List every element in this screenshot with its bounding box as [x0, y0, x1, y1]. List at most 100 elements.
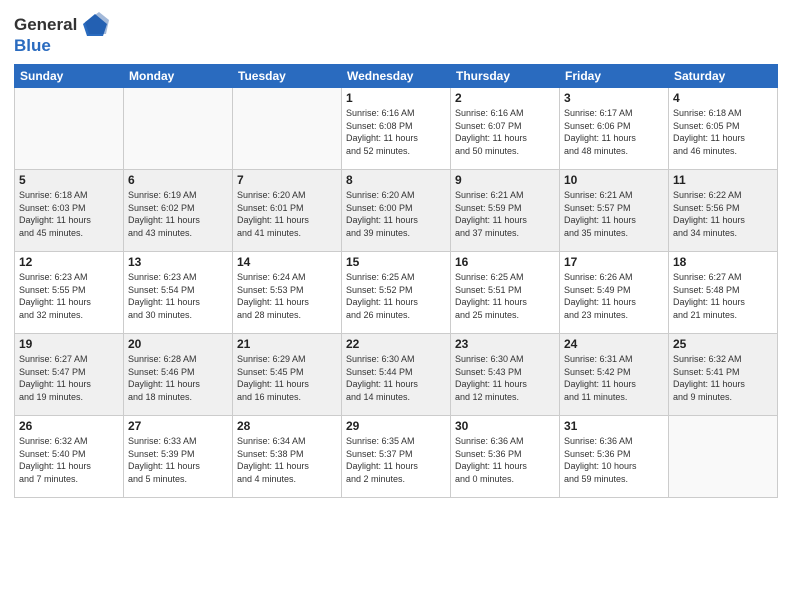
calendar-week-row: 5 Sunrise: 6:18 AM Sunset: 6:03 PM Daylig…	[15, 170, 778, 252]
calendar-cell: 11 Sunrise: 6:22 AM Sunset: 5:56 PM Dayli…	[669, 170, 778, 252]
calendar-cell: 17 Sunrise: 6:26 AM Sunset: 5:49 PM Dayli…	[560, 252, 669, 334]
calendar-cell	[233, 88, 342, 170]
day-number: 15	[346, 255, 446, 269]
calendar-cell: 5 Sunrise: 6:18 AM Sunset: 6:03 PM Daylig…	[15, 170, 124, 252]
day-info: Sunrise: 6:35 AM Sunset: 5:37 PM Dayligh…	[346, 435, 446, 485]
day-number: 3	[564, 91, 664, 105]
day-number: 31	[564, 419, 664, 433]
calendar-cell: 27 Sunrise: 6:33 AM Sunset: 5:39 PM Dayli…	[124, 416, 233, 498]
day-info: Sunrise: 6:25 AM Sunset: 5:52 PM Dayligh…	[346, 271, 446, 321]
day-number: 9	[455, 173, 555, 187]
logo-general: General	[14, 15, 77, 35]
day-info: Sunrise: 6:21 AM Sunset: 5:57 PM Dayligh…	[564, 189, 664, 239]
day-info: Sunrise: 6:20 AM Sunset: 6:01 PM Dayligh…	[237, 189, 337, 239]
weekday-header: Saturday	[669, 65, 778, 88]
day-number: 8	[346, 173, 446, 187]
calendar-week-row: 26 Sunrise: 6:32 AM Sunset: 5:40 PM Dayli…	[15, 416, 778, 498]
day-number: 14	[237, 255, 337, 269]
day-number: 5	[19, 173, 119, 187]
calendar-week-row: 1 Sunrise: 6:16 AM Sunset: 6:08 PM Daylig…	[15, 88, 778, 170]
weekday-header: Tuesday	[233, 65, 342, 88]
day-info: Sunrise: 6:16 AM Sunset: 6:07 PM Dayligh…	[455, 107, 555, 157]
calendar-cell: 7 Sunrise: 6:20 AM Sunset: 6:01 PM Daylig…	[233, 170, 342, 252]
calendar-header-row: SundayMondayTuesdayWednesdayThursdayFrid…	[15, 65, 778, 88]
calendar-cell: 28 Sunrise: 6:34 AM Sunset: 5:38 PM Dayli…	[233, 416, 342, 498]
day-info: Sunrise: 6:23 AM Sunset: 5:54 PM Dayligh…	[128, 271, 228, 321]
day-number: 28	[237, 419, 337, 433]
day-number: 25	[673, 337, 773, 351]
logo-icon	[81, 10, 111, 40]
day-number: 26	[19, 419, 119, 433]
day-number: 22	[346, 337, 446, 351]
day-number: 23	[455, 337, 555, 351]
day-info: Sunrise: 6:16 AM Sunset: 6:08 PM Dayligh…	[346, 107, 446, 157]
day-number: 4	[673, 91, 773, 105]
day-number: 11	[673, 173, 773, 187]
page-header: General Blue	[14, 10, 778, 56]
calendar-cell	[669, 416, 778, 498]
day-info: Sunrise: 6:21 AM Sunset: 5:59 PM Dayligh…	[455, 189, 555, 239]
day-info: Sunrise: 6:34 AM Sunset: 5:38 PM Dayligh…	[237, 435, 337, 485]
calendar-cell: 18Sunrise: 6:27 AM Sunset: 5:48 PM Dayli…	[669, 252, 778, 334]
day-number: 24	[564, 337, 664, 351]
day-info: Sunrise: 6:32 AM Sunset: 5:41 PM Dayligh…	[673, 353, 773, 403]
calendar-cell: 1 Sunrise: 6:16 AM Sunset: 6:08 PM Daylig…	[342, 88, 451, 170]
day-number: 20	[128, 337, 228, 351]
day-info: Sunrise: 6:33 AM Sunset: 5:39 PM Dayligh…	[128, 435, 228, 485]
day-number: 21	[237, 337, 337, 351]
day-number: 7	[237, 173, 337, 187]
day-info: Sunrise: 6:28 AM Sunset: 5:46 PM Dayligh…	[128, 353, 228, 403]
day-info: Sunrise: 6:17 AM Sunset: 6:06 PM Dayligh…	[564, 107, 664, 157]
weekday-header: Friday	[560, 65, 669, 88]
day-number: 27	[128, 419, 228, 433]
weekday-header: Sunday	[15, 65, 124, 88]
calendar-cell: 21Sunrise: 6:29 AM Sunset: 5:45 PM Dayli…	[233, 334, 342, 416]
day-info: Sunrise: 6:32 AM Sunset: 5:40 PM Dayligh…	[19, 435, 119, 485]
day-number: 2	[455, 91, 555, 105]
day-info: Sunrise: 6:36 AM Sunset: 5:36 PM Dayligh…	[564, 435, 664, 485]
calendar-cell: 30Sunrise: 6:36 AM Sunset: 5:36 PM Dayli…	[451, 416, 560, 498]
calendar-cell: 3 Sunrise: 6:17 AM Sunset: 6:06 PM Daylig…	[560, 88, 669, 170]
day-info: Sunrise: 6:27 AM Sunset: 5:47 PM Dayligh…	[19, 353, 119, 403]
day-number: 16	[455, 255, 555, 269]
day-number: 30	[455, 419, 555, 433]
day-info: Sunrise: 6:31 AM Sunset: 5:42 PM Dayligh…	[564, 353, 664, 403]
calendar-cell: 14Sunrise: 6:24 AM Sunset: 5:53 PM Dayli…	[233, 252, 342, 334]
calendar-week-row: 12Sunrise: 6:23 AM Sunset: 5:55 PM Dayli…	[15, 252, 778, 334]
day-number: 12	[19, 255, 119, 269]
day-info: Sunrise: 6:18 AM Sunset: 6:03 PM Dayligh…	[19, 189, 119, 239]
day-info: Sunrise: 6:30 AM Sunset: 5:44 PM Dayligh…	[346, 353, 446, 403]
calendar-cell: 2 Sunrise: 6:16 AM Sunset: 6:07 PM Daylig…	[451, 88, 560, 170]
day-number: 17	[564, 255, 664, 269]
calendar-cell	[15, 88, 124, 170]
day-info: Sunrise: 6:27 AM Sunset: 5:48 PM Dayligh…	[673, 271, 773, 321]
logo: General Blue	[14, 10, 111, 56]
calendar-cell	[124, 88, 233, 170]
weekday-header: Monday	[124, 65, 233, 88]
calendar-cell: 6 Sunrise: 6:19 AM Sunset: 6:02 PM Daylig…	[124, 170, 233, 252]
day-info: Sunrise: 6:22 AM Sunset: 5:56 PM Dayligh…	[673, 189, 773, 239]
calendar-cell: 20 Sunrise: 6:28 AM Sunset: 5:46 PM Dayli…	[124, 334, 233, 416]
calendar-cell: 29 Sunrise: 6:35 AM Sunset: 5:37 PM Dayli…	[342, 416, 451, 498]
day-number: 10	[564, 173, 664, 187]
weekday-header: Thursday	[451, 65, 560, 88]
day-number: 29	[346, 419, 446, 433]
calendar-cell: 24 Sunrise: 6:31 AM Sunset: 5:42 PM Dayli…	[560, 334, 669, 416]
calendar-cell: 4Sunrise: 6:18 AM Sunset: 6:05 PM Daylig…	[669, 88, 778, 170]
day-number: 13	[128, 255, 228, 269]
day-number: 6	[128, 173, 228, 187]
calendar: SundayMondayTuesdayWednesdayThursdayFrid…	[14, 64, 778, 498]
day-info: Sunrise: 6:26 AM Sunset: 5:49 PM Dayligh…	[564, 271, 664, 321]
calendar-cell: 15 Sunrise: 6:25 AM Sunset: 5:52 PM Dayli…	[342, 252, 451, 334]
calendar-cell: 8 Sunrise: 6:20 AM Sunset: 6:00 PM Daylig…	[342, 170, 451, 252]
calendar-cell: 31 Sunrise: 6:36 AM Sunset: 5:36 PM Dayli…	[560, 416, 669, 498]
calendar-cell: 9 Sunrise: 6:21 AM Sunset: 5:59 PM Daylig…	[451, 170, 560, 252]
calendar-cell: 16Sunrise: 6:25 AM Sunset: 5:51 PM Dayli…	[451, 252, 560, 334]
weekday-header: Wednesday	[342, 65, 451, 88]
day-info: Sunrise: 6:20 AM Sunset: 6:00 PM Dayligh…	[346, 189, 446, 239]
calendar-cell: 23Sunrise: 6:30 AM Sunset: 5:43 PM Dayli…	[451, 334, 560, 416]
day-number: 1	[346, 91, 446, 105]
calendar-cell: 10 Sunrise: 6:21 AM Sunset: 5:57 PM Dayli…	[560, 170, 669, 252]
day-info: Sunrise: 6:19 AM Sunset: 6:02 PM Dayligh…	[128, 189, 228, 239]
day-number: 19	[19, 337, 119, 351]
